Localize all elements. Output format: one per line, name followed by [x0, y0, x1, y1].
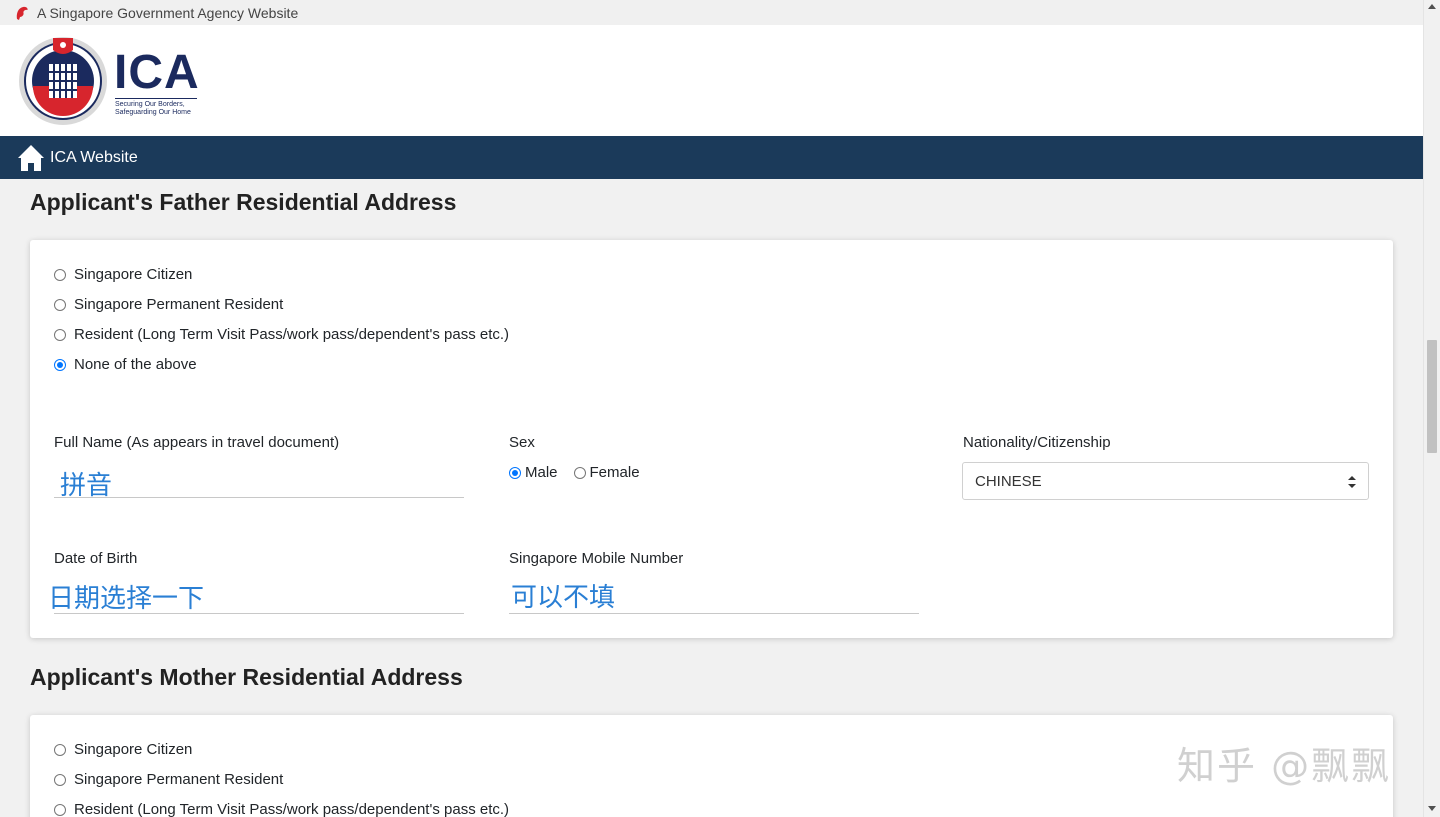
radio-button[interactable] [54, 743, 66, 756]
scroll-down-arrow-icon[interactable] [1428, 806, 1436, 811]
mother-option-pr[interactable]: Singapore Permanent Resident [54, 771, 283, 788]
mother-option-citizen[interactable]: Singapore Citizen [54, 741, 192, 758]
radio-button[interactable] [54, 328, 66, 341]
father-card: Singapore Citizen Singapore Permanent Re… [30, 240, 1393, 638]
mother-section-title: Applicant's Mother Residential Address [30, 664, 463, 690]
logo-divider [115, 98, 197, 99]
sex-option-female[interactable]: Female [573, 464, 640, 481]
zhihu-watermark: 知乎 @飘飘 [1177, 744, 1392, 788]
mother-option-resident[interactable]: Resident (Long Term Visit Pass/work pass… [54, 801, 509, 817]
full-name-label: Full Name (As appears in travel document… [54, 434, 340, 451]
radio-button-selected[interactable] [509, 466, 521, 479]
father-section-title: Applicant's Father Residential Address [30, 189, 457, 215]
father-option-none[interactable]: None of the above [54, 356, 197, 373]
form-content: Applicant's Father Residential Address S… [0, 179, 1423, 817]
full-name-annotation: 拼音 [60, 471, 113, 501]
sex-options: Male Female [509, 464, 656, 481]
sex-option-male[interactable]: Male [509, 464, 558, 481]
mobile-annotation: 可以不填 [511, 583, 616, 613]
mobile-label: Singapore Mobile Number [509, 550, 684, 567]
logo-tagline: Securing Our Borders, Safeguarding Our H… [115, 101, 191, 116]
site-header: ICA Securing Our Borders, Safeguarding O… [0, 25, 1423, 136]
home-icon[interactable] [16, 143, 46, 173]
main-nav-bar: ICA Website [0, 136, 1423, 179]
page-scrollbar[interactable] [1423, 0, 1440, 817]
gov-agency-bar: A Singapore Government Agency Website [0, 0, 1423, 25]
dob-label: Date of Birth [54, 550, 138, 567]
sex-label: Sex [509, 434, 535, 451]
radio-button[interactable] [54, 268, 66, 281]
ica-website-link[interactable]: ICA Website [50, 149, 138, 167]
gov-agency-text: A Singapore Government Agency Website [37, 4, 299, 21]
radio-button[interactable] [54, 298, 66, 311]
radio-button-selected[interactable] [54, 358, 66, 371]
radio-button[interactable] [54, 803, 66, 816]
nationality-label: Nationality/Citizenship [963, 434, 1111, 451]
radio-button[interactable] [573, 466, 586, 479]
select-arrows-icon [1348, 476, 1356, 488]
ica-seal-logo[interactable] [18, 36, 108, 126]
ica-wordmark: ICA [114, 46, 200, 99]
dob-annotation: 日期选择一下 [48, 584, 205, 614]
scroll-up-arrow-icon[interactable] [1428, 4, 1436, 9]
father-option-citizen[interactable]: Singapore Citizen [54, 266, 192, 283]
father-option-resident[interactable]: Resident (Long Term Visit Pass/work pass… [54, 326, 509, 343]
full-name-input[interactable] [54, 462, 464, 498]
scrollbar-thumb[interactable] [1427, 340, 1437, 453]
father-option-pr[interactable]: Singapore Permanent Resident [54, 296, 283, 313]
singapore-lion-icon [16, 6, 28, 20]
radio-button[interactable] [54, 773, 66, 786]
nationality-select[interactable]: CHINESE [962, 462, 1369, 500]
